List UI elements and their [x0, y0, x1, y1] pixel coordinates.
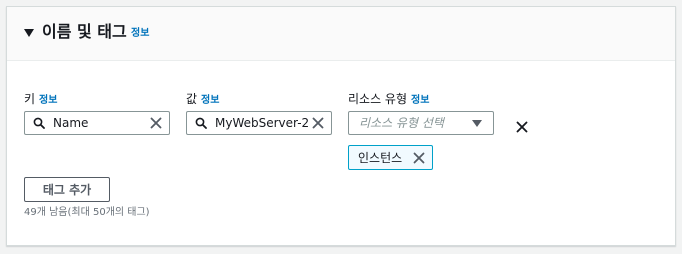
- panel-info-link[interactable]: 정보: [131, 27, 149, 41]
- token-dismiss-icon[interactable]: [413, 152, 425, 164]
- key-label: 키 정보: [24, 92, 57, 108]
- search-icon: [195, 117, 207, 129]
- resource-type-token: 인스턴스: [348, 145, 433, 170]
- value-label-text: 값: [186, 92, 198, 106]
- resource-type-placeholder: 리소스 유형 선택: [359, 116, 444, 130]
- key-label-text: 키: [24, 92, 36, 106]
- panel-header[interactable]: 이름 및 태그 정보: [7, 7, 675, 61]
- dropdown-caret-icon: [472, 120, 482, 127]
- panel-title: 이름 및 태그: [42, 22, 127, 41]
- value-label: 값 정보: [186, 92, 219, 108]
- resource-type-label: 리소스 유형 정보: [348, 92, 429, 108]
- key-input-value: Name: [53, 116, 89, 130]
- resource-type-info-link[interactable]: 정보: [411, 95, 429, 106]
- value-input-value: MyWebServer-2: [215, 116, 310, 130]
- clear-icon[interactable]: [150, 117, 162, 129]
- resource-type-label-text: 리소스 유형: [348, 92, 408, 106]
- clear-icon[interactable]: [312, 117, 324, 129]
- value-info-link[interactable]: 정보: [201, 95, 219, 106]
- key-input[interactable]: Name: [24, 111, 170, 135]
- remove-tag-icon[interactable]: [516, 121, 528, 133]
- token-label: 인스턴스: [358, 151, 403, 165]
- resource-type-select[interactable]: 리소스 유형 선택: [348, 111, 494, 135]
- add-tag-button[interactable]: 태그 추가: [24, 177, 110, 202]
- value-input[interactable]: MyWebServer-2: [186, 111, 332, 135]
- caret-down-icon[interactable]: [24, 29, 34, 37]
- key-info-link[interactable]: 정보: [39, 95, 57, 106]
- remaining-tags-hint: 49개 남음(최대 50개의 태그): [24, 207, 150, 218]
- search-icon: [33, 117, 45, 129]
